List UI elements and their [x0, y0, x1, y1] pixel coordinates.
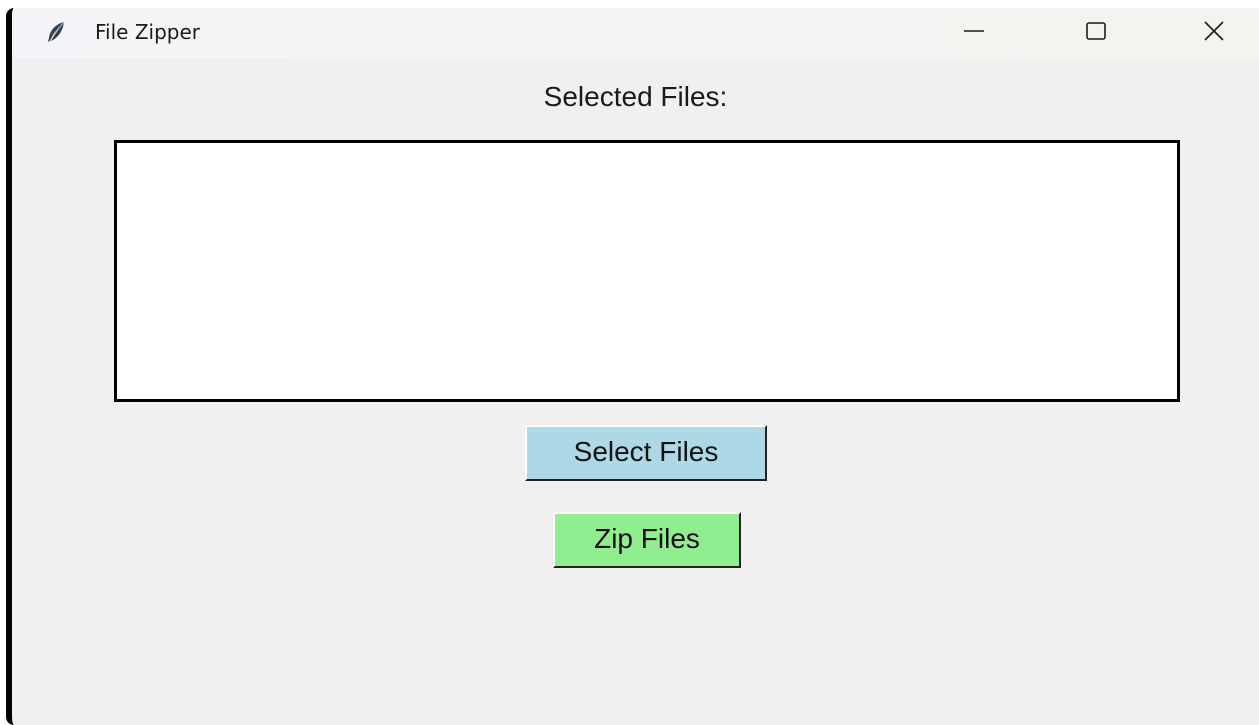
close-icon [1202, 19, 1226, 48]
select-files-button[interactable]: Select Files [525, 425, 767, 481]
title-bar[interactable]: File Zipper [12, 8, 1259, 58]
close-button[interactable] [1184, 8, 1244, 58]
zip-files-button[interactable]: Zip Files [553, 512, 741, 568]
feather-icon [44, 20, 68, 44]
selected-files-listbox[interactable] [114, 140, 1180, 402]
minimize-icon [962, 19, 986, 48]
selected-files-label: Selected Files: [543, 81, 728, 112]
maximize-button[interactable] [1066, 8, 1126, 58]
app-window: File Zipper Selected Files: Select Files… [6, 8, 1259, 725]
maximize-icon [1084, 19, 1108, 48]
minimize-button[interactable] [944, 8, 1004, 58]
window-title: File Zipper [95, 20, 200, 44]
